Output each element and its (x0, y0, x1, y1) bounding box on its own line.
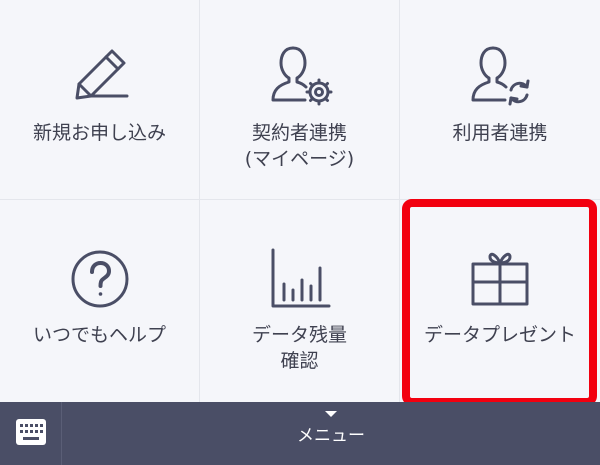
user-sync-icon (465, 40, 535, 110)
gift-box-icon (465, 244, 535, 314)
menu-grid: 新規お申し込み 契約者連携 (マイページ) 利用者連携 いつでもヘルプ データ残… (0, 0, 600, 402)
menu-panel: 新規お申し込み 契約者連携 (マイページ) 利用者連携 いつでもヘルプ データ残… (0, 0, 600, 465)
menu-item-help[interactable]: いつでもヘルプ (0, 200, 200, 402)
menu-item-label: 利用者連携 (452, 122, 548, 144)
menu-item-label: 契約者連携 (マイページ) (244, 122, 355, 170)
bottom-menu-bar: メニュー (0, 402, 600, 465)
menu-item-new-application[interactable]: 新規お申し込み (0, 0, 200, 200)
menu-item-user-link[interactable]: 利用者連携 (400, 0, 600, 200)
menu-item-label: 新規お申し込み (32, 122, 166, 144)
triangle-down-icon (325, 411, 337, 417)
pencil-icon (65, 40, 135, 110)
keyboard-button[interactable] (0, 402, 62, 465)
menu-item-label: データ残量 確認 (251, 324, 347, 372)
keyboard-icon (16, 418, 46, 449)
user-gear-icon (265, 40, 335, 110)
menu-label: メニュー (297, 426, 365, 446)
menu-toggle-button[interactable]: メニュー (62, 402, 600, 465)
menu-item-label: データプレゼント (423, 324, 576, 346)
bar-chart-icon (265, 244, 335, 314)
help-circle-icon (65, 244, 135, 314)
menu-item-contractor-link[interactable]: 契約者連携 (マイページ) (200, 0, 400, 200)
menu-item-label: いつでもヘルプ (32, 324, 166, 346)
menu-item-data-balance[interactable]: データ残量 確認 (200, 200, 400, 402)
menu-item-data-present[interactable]: データプレゼント (400, 200, 600, 402)
